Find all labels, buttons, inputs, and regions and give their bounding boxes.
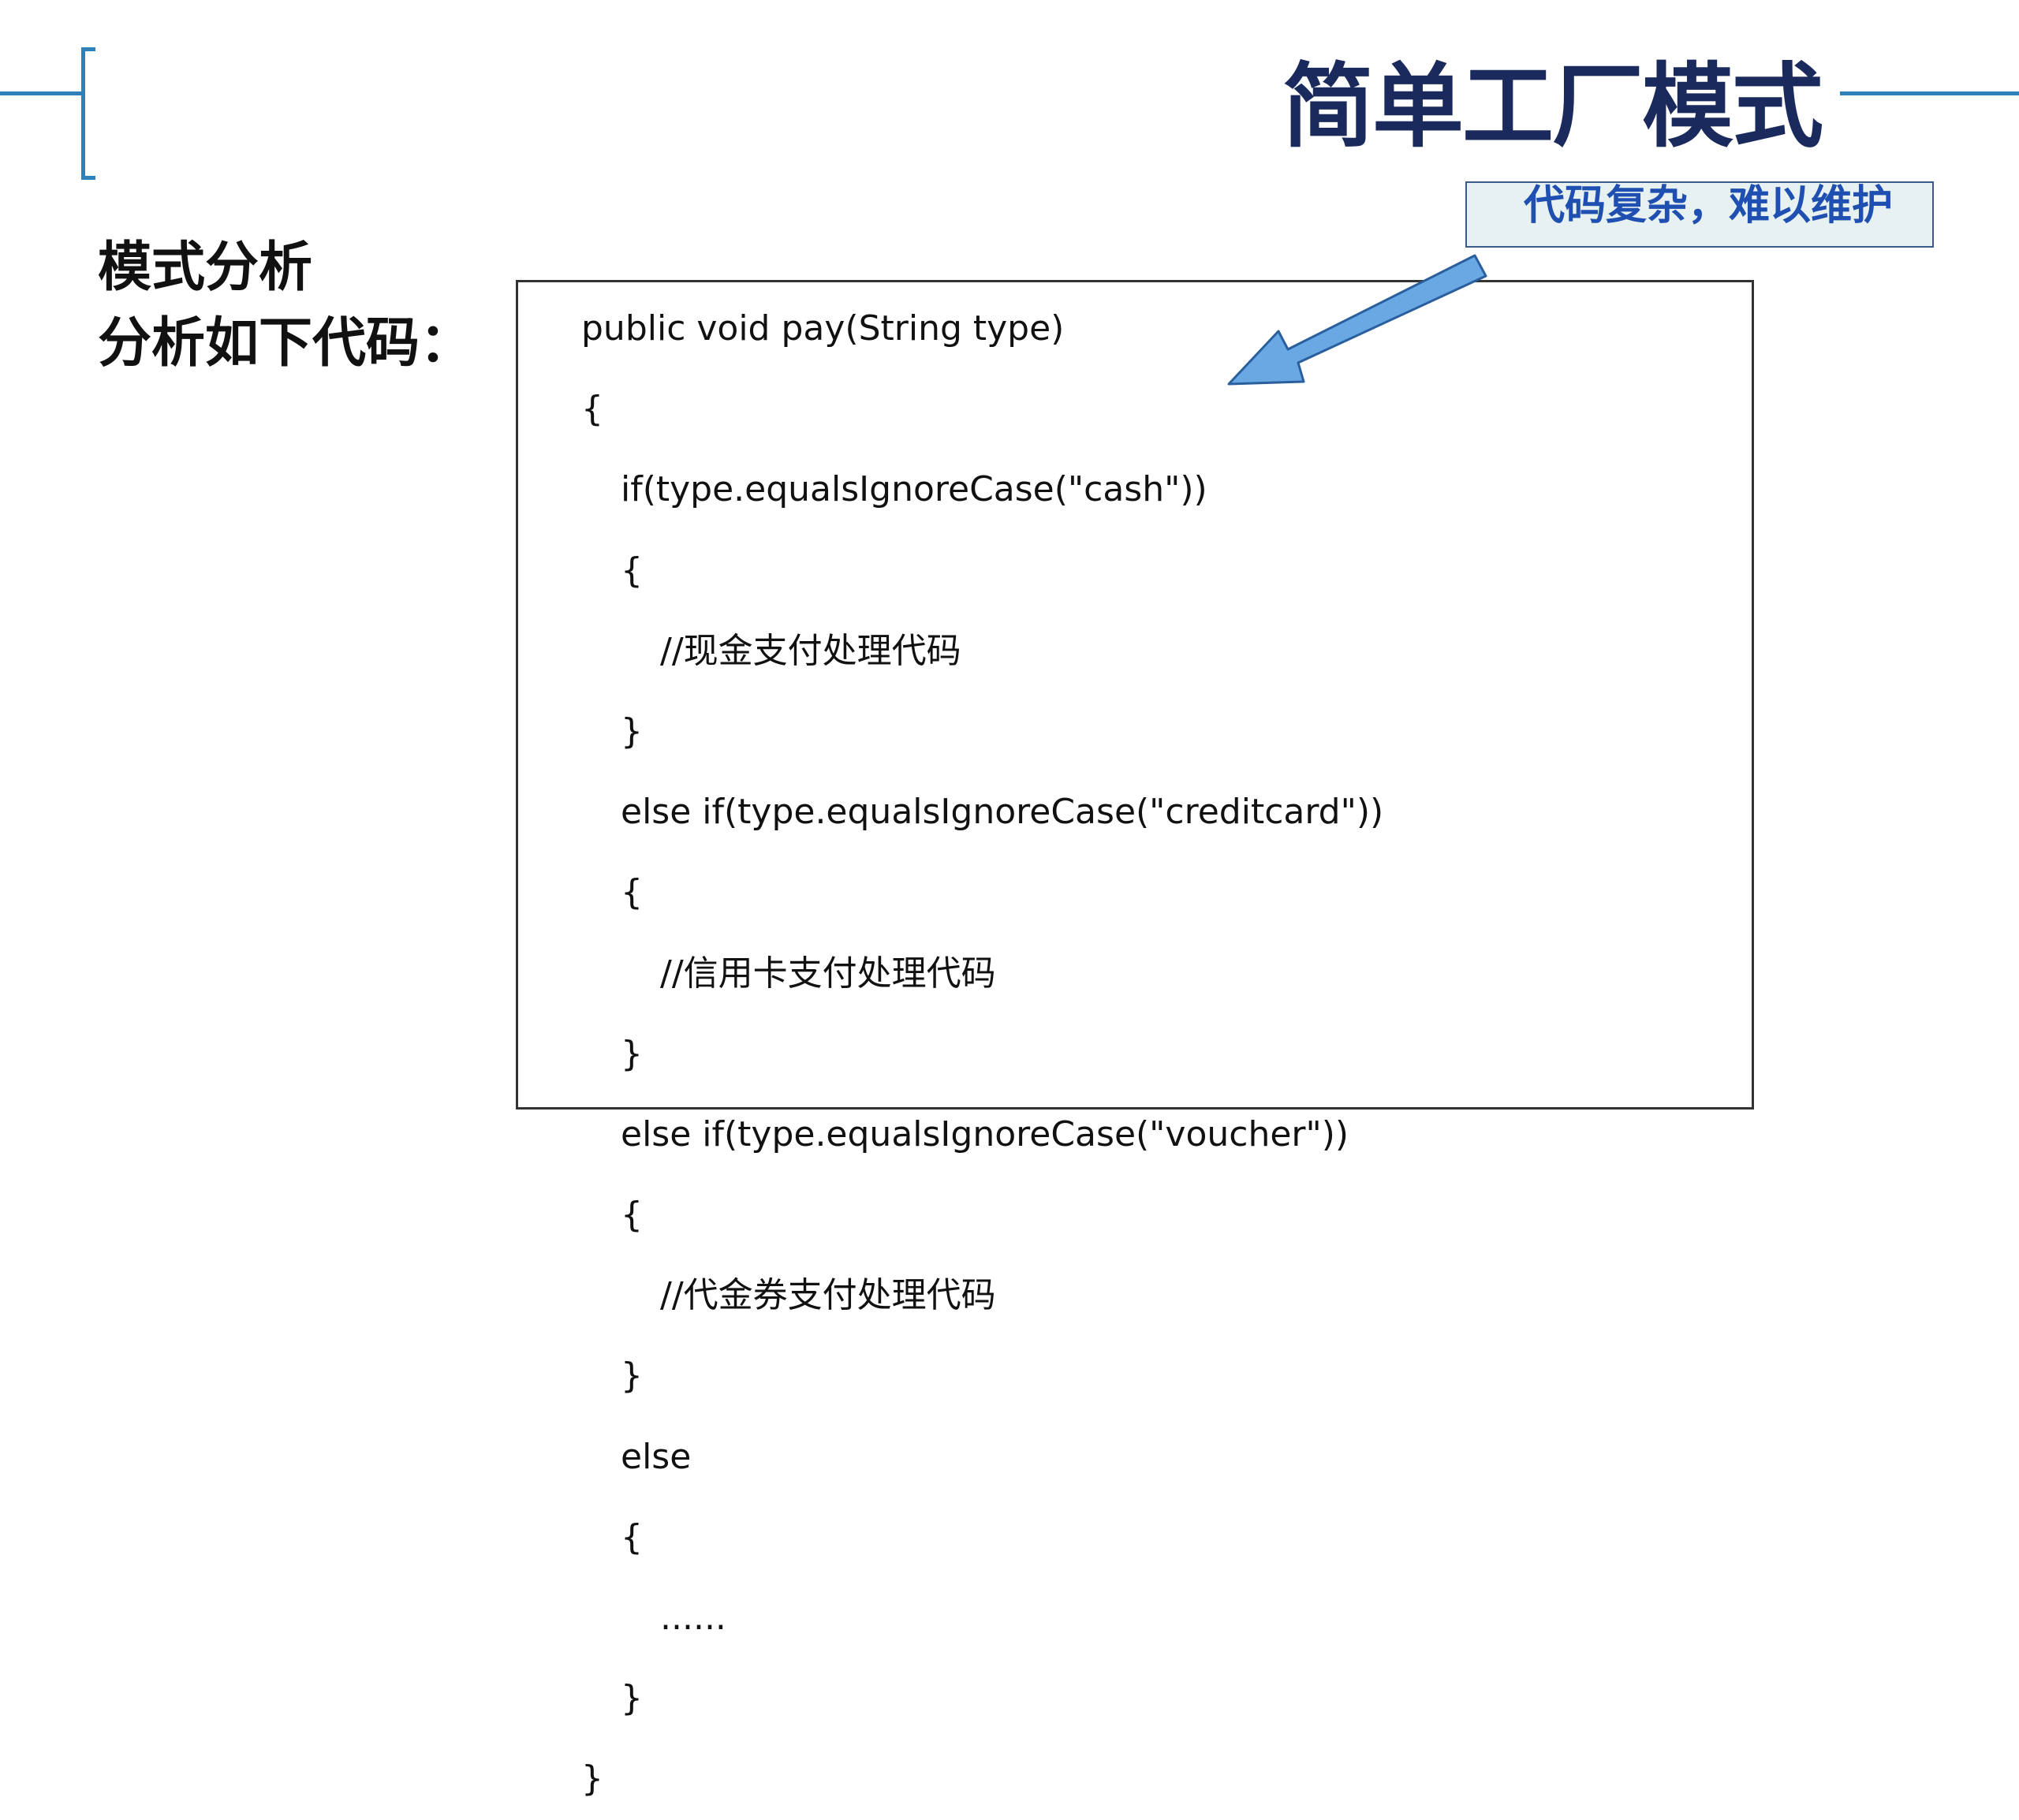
code-line: } — [621, 1033, 643, 1074]
code-line: { — [581, 389, 603, 430]
section-subheading: 分析如下代码： — [98, 312, 474, 375]
code-line: public void pay(String type) — [581, 308, 1065, 349]
code-line: else — [621, 1436, 692, 1477]
code-line: } — [621, 1356, 643, 1397]
code-line: //信用卡支付处理代码 — [660, 953, 996, 994]
section-heading: 模式分析 — [98, 237, 313, 299]
code-line: } — [581, 1758, 603, 1799]
code-line: ...... — [660, 1598, 726, 1638]
code-line: { — [621, 550, 643, 591]
slide-title: 简单工厂模式 — [1282, 54, 1823, 160]
code-line: { — [621, 872, 643, 913]
callout-box: 代码复杂，难以维护 — [1465, 181, 1934, 248]
code-box: public void pay(String type) { if(type.e… — [516, 280, 1754, 1799]
code-line: else if(type.equalsIgnoreCase("voucher")… — [621, 1113, 1349, 1154]
decorative-line-left — [0, 91, 84, 95]
code-line: if(type.equalsIgnoreCase("cash")) — [621, 469, 1207, 510]
code-line: //代金券支付处理代码 — [660, 1275, 996, 1316]
slide: 简单工厂模式 代码复杂，难以维护 模式分析 分析如下代码： public voi… — [0, 0, 2019, 1799]
code-line: } — [621, 710, 643, 751]
decorative-line-right — [1840, 91, 2019, 95]
decorative-bracket — [81, 47, 95, 180]
code-line: //现金支付处理代码 — [660, 630, 961, 671]
callout-text: 代码复杂，难以维护 — [1523, 182, 1893, 229]
code-line: } — [621, 1678, 643, 1719]
code-line: { — [621, 1516, 643, 1557]
code-line: else if(type.equalsIgnoreCase("creditcar… — [621, 792, 1384, 833]
code-block: public void pay(String type) { if(type.e… — [581, 289, 1383, 1820]
code-line: { — [621, 1195, 643, 1236]
